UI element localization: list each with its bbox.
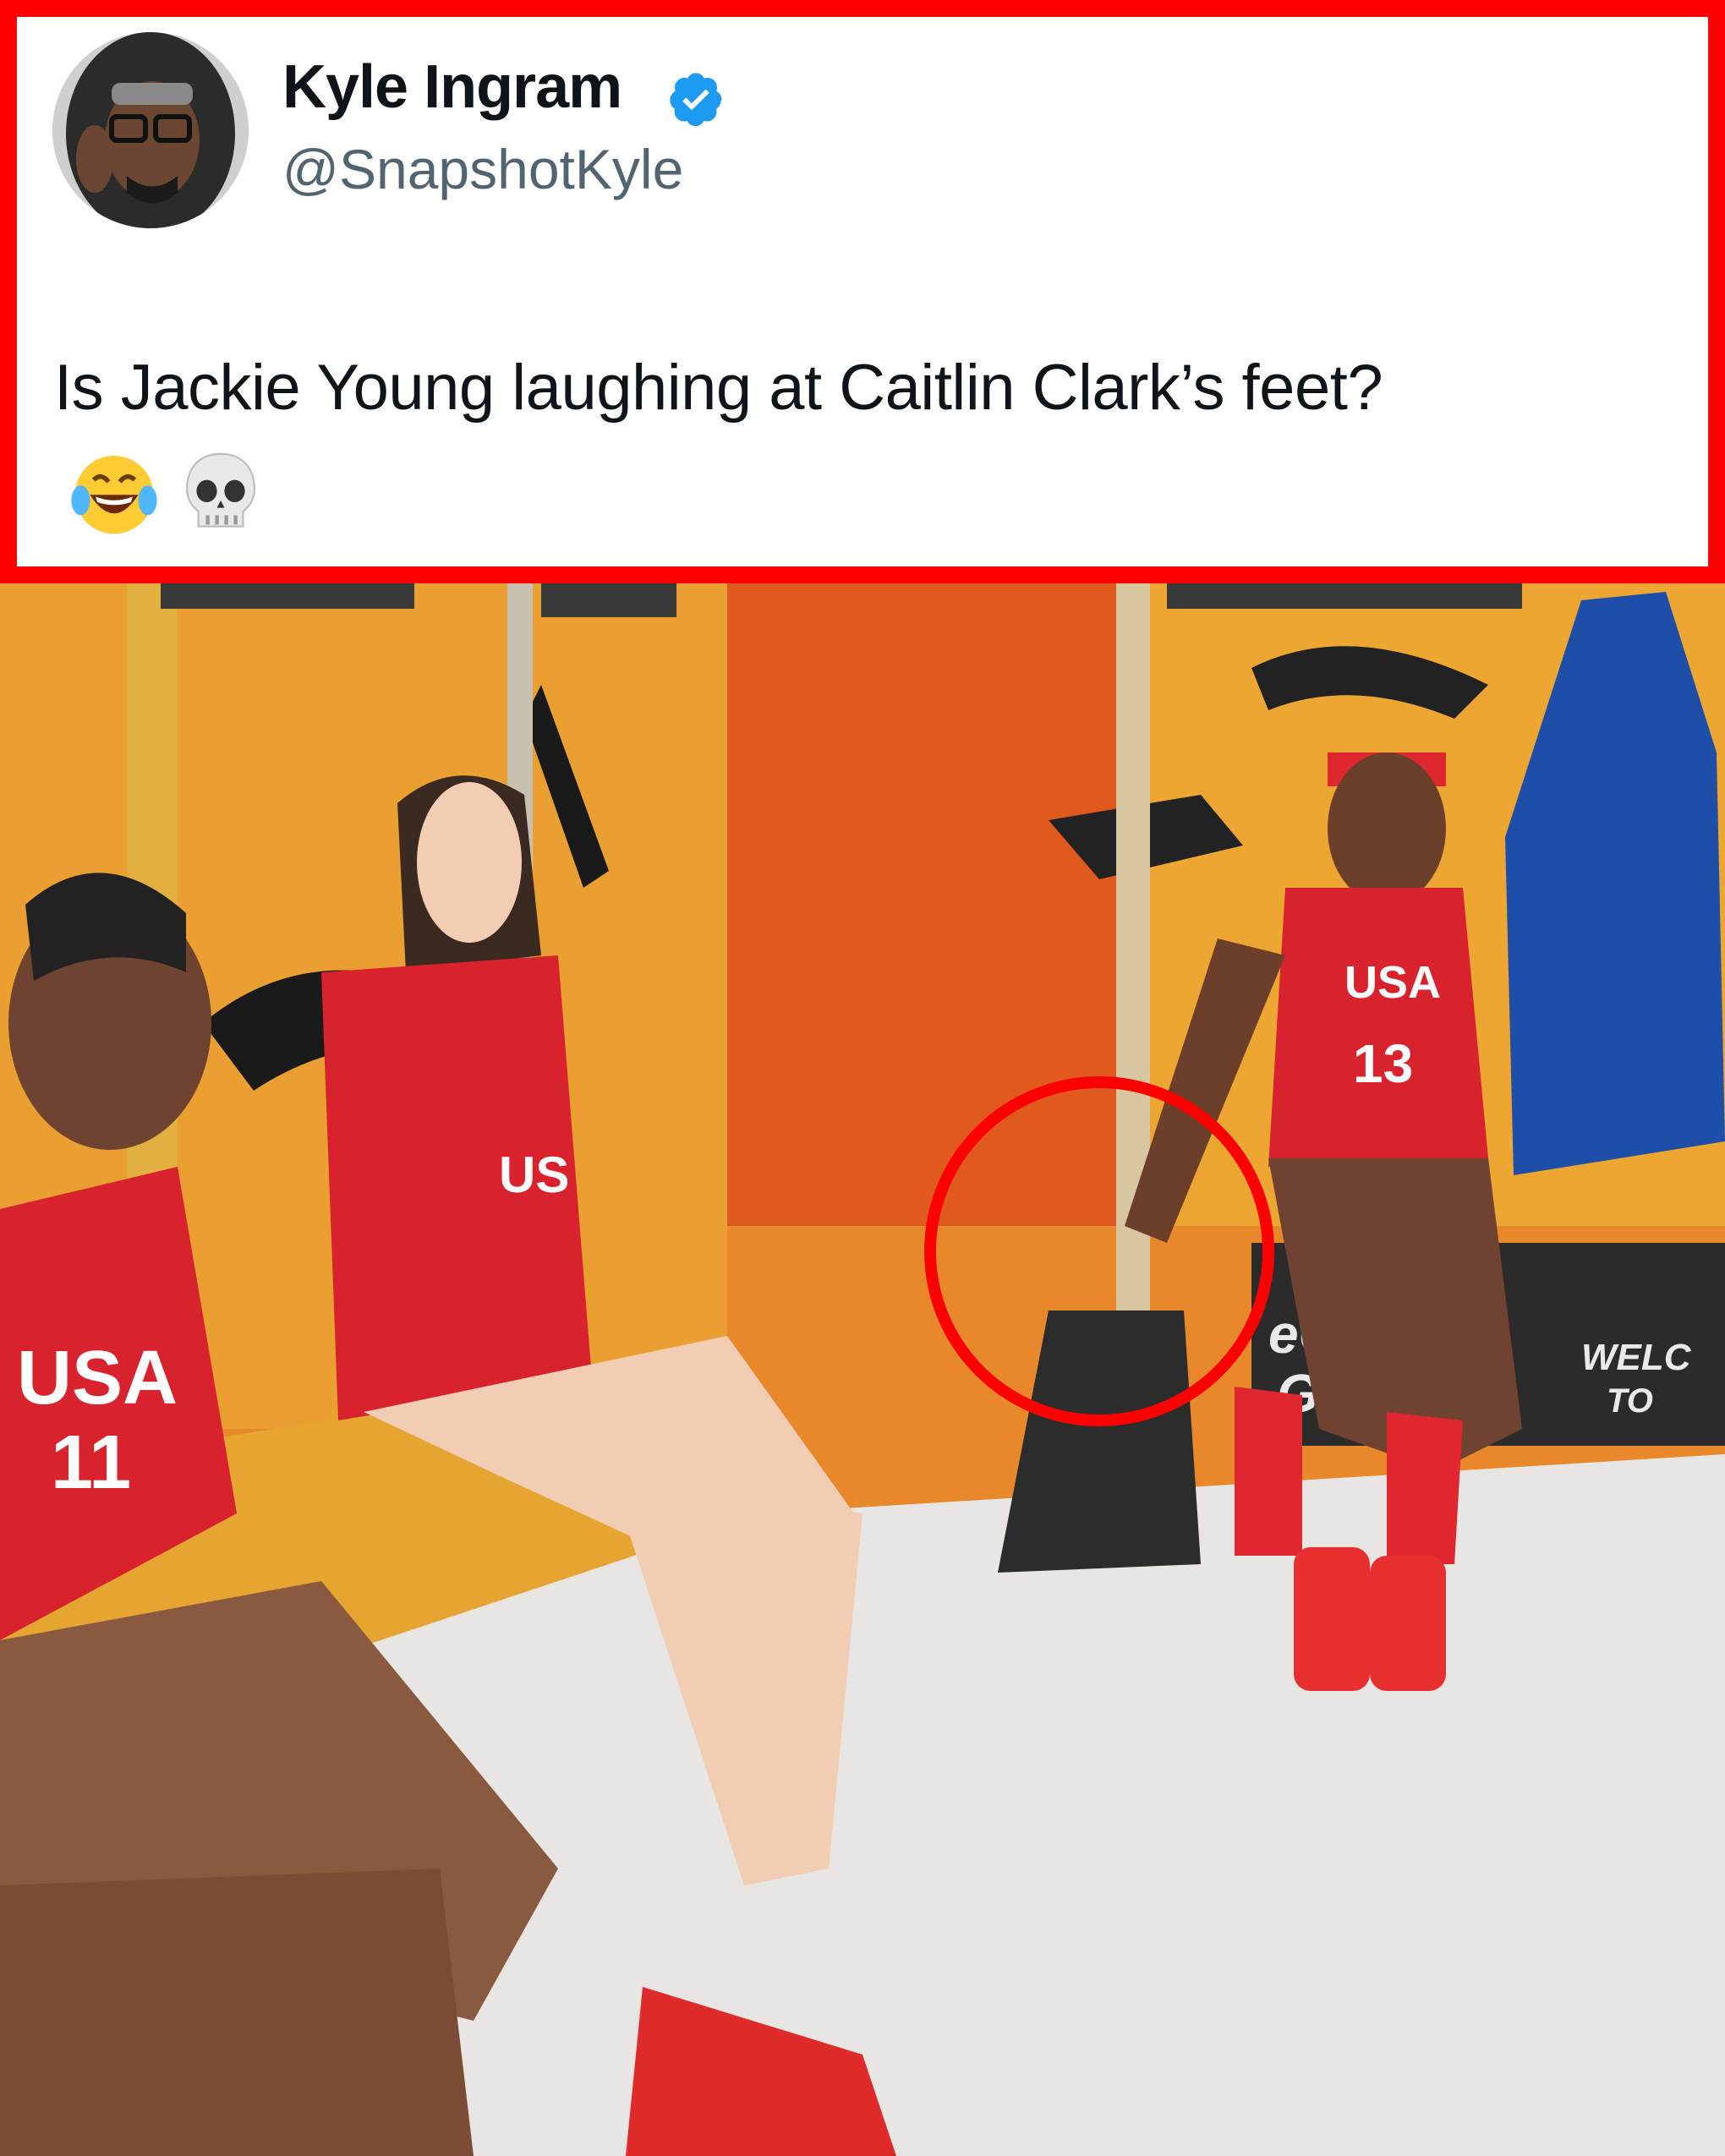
photo-scene: eOwn Game WELC TO USA 11 US bbox=[0, 583, 1725, 2156]
locker-room-photo: eOwn Game WELC TO USA 11 US bbox=[0, 583, 1725, 2156]
laughing-tears-emoji bbox=[71, 456, 157, 534]
banner-text-3: WELC bbox=[1581, 1337, 1692, 1378]
red-shoe bbox=[1370, 1556, 1446, 1691]
tweet-card: Kyle Ingram @SnapshotKyle Is Jackie Youn… bbox=[0, 0, 1725, 583]
jersey-right-text: USA bbox=[1344, 957, 1441, 1008]
avatar[interactable] bbox=[52, 32, 249, 228]
svg-text:US: US bbox=[499, 1146, 569, 1203]
locker-panel-orange bbox=[727, 583, 1116, 1226]
skull-emoji bbox=[186, 452, 255, 528]
tweet-text: Is Jackie Young laughing at Caitlin Clar… bbox=[54, 352, 1383, 424]
verified-badge-icon bbox=[670, 73, 722, 127]
jersey-right-number: 13 bbox=[1353, 1033, 1413, 1094]
jersey-left-text: USA bbox=[17, 1336, 178, 1420]
handle[interactable]: @SnapshotKyle bbox=[282, 137, 683, 201]
display-name[interactable]: Kyle Ingram bbox=[282, 52, 622, 122]
jersey-left-number: 11 bbox=[51, 1420, 131, 1505]
red-shoe bbox=[1294, 1547, 1370, 1691]
banner-text-4: TO bbox=[1607, 1382, 1653, 1420]
avatar-image bbox=[52, 32, 249, 228]
